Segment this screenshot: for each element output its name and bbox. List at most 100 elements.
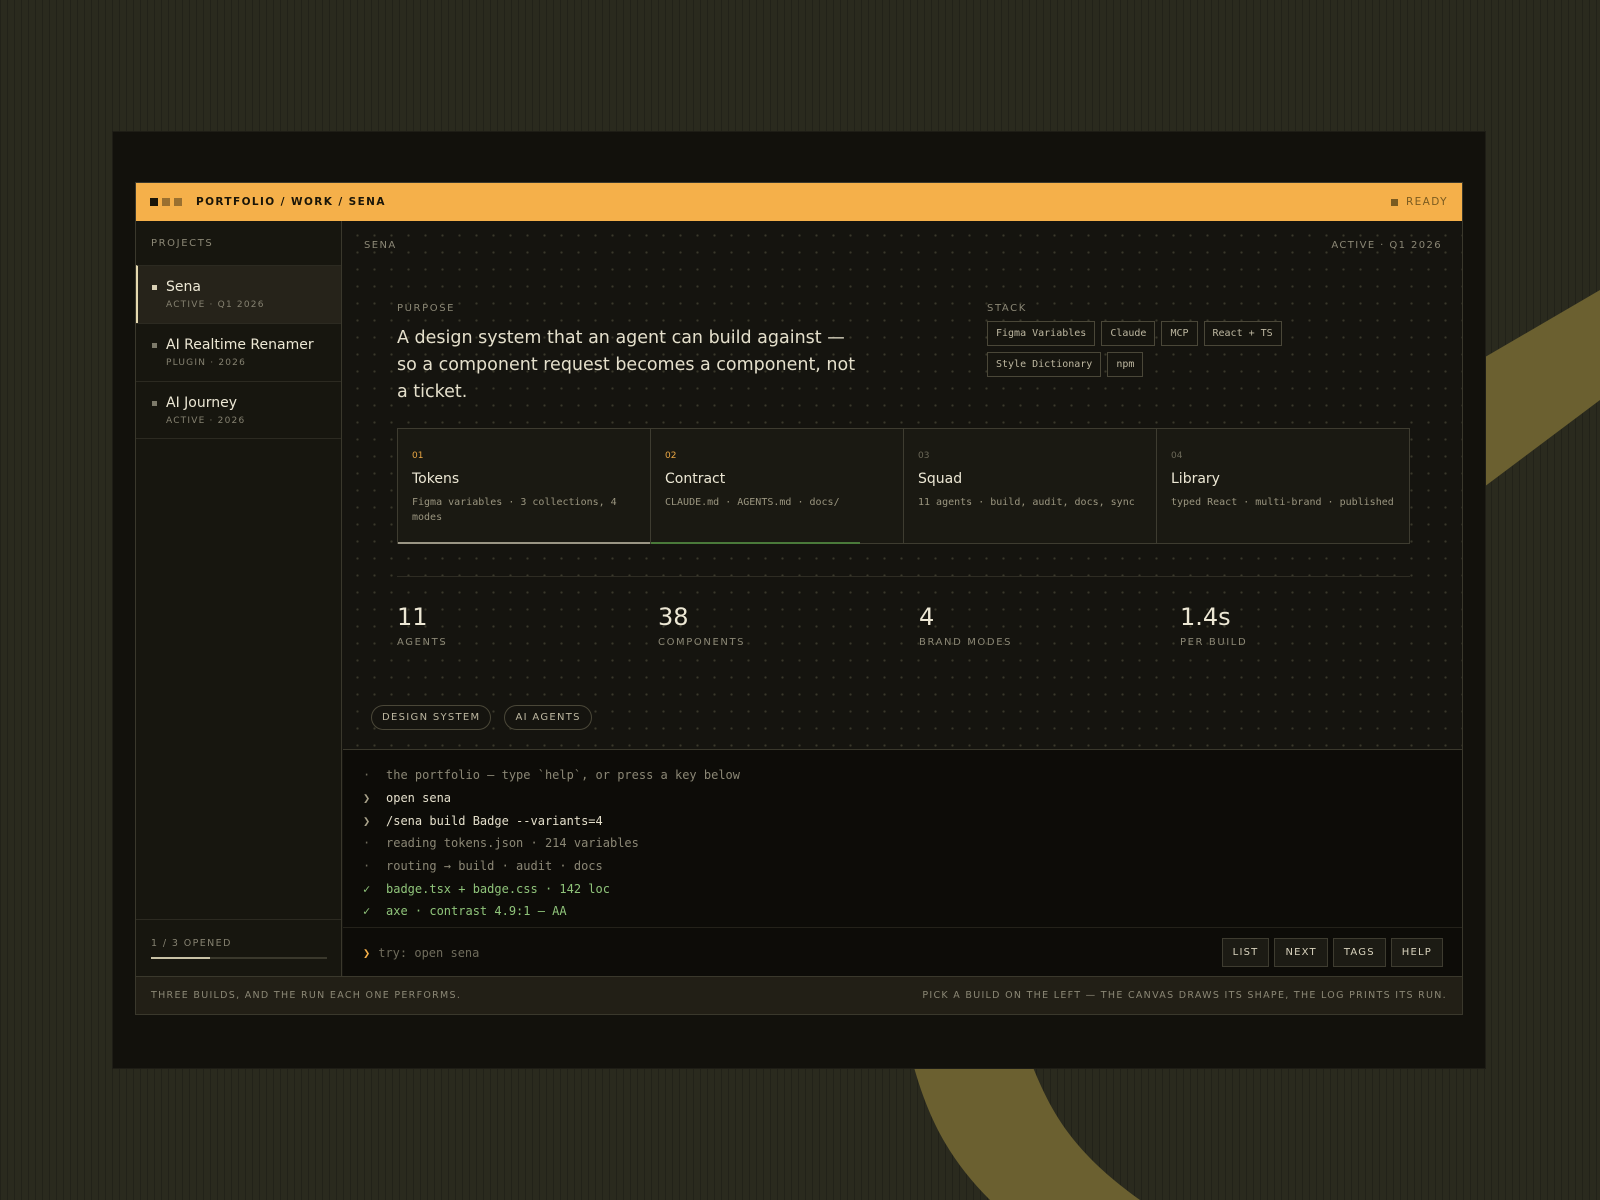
stat-value: 11: [397, 603, 428, 631]
section-divider: [397, 576, 1410, 577]
command-buttons: LIST NEXT TAGS HELP: [1221, 938, 1443, 967]
status-text: READY: [1405, 196, 1448, 208]
tag-design-system[interactable]: DESIGN SYSTEM: [371, 705, 492, 730]
stat-label: AGENTS: [397, 637, 448, 648]
command-line: ❯ LIST NEXT TAGS HELP: [343, 927, 1462, 977]
log-prefix-icon: ·: [363, 836, 371, 851]
bullet-icon: [152, 343, 157, 348]
stat-agents: 11 AGENTS: [397, 603, 658, 648]
log-text: badge.tsx + badge.css · 142 loc: [386, 881, 610, 896]
log-line: · routing → build · audit · docs: [363, 855, 1462, 878]
stack-chip: MCP: [1161, 321, 1198, 346]
stage-squad[interactable]: 03 Squad 11 agents · build, audit, docs,…: [904, 429, 1157, 543]
portfolio-window: PORTFOLIO / WORK / SENA READY PROJECTS S…: [135, 182, 1463, 1015]
command-input[interactable]: [378, 945, 779, 960]
project-meta: ACTIVE · Q1 2026: [166, 300, 265, 310]
stage-title: Tokens: [412, 471, 460, 487]
sidebar-item-ai-journey[interactable]: AI Journey ACTIVE · 2026: [136, 381, 341, 439]
sidebar-heading: PROJECTS: [151, 238, 214, 249]
purpose-label: PURPOSE: [397, 303, 456, 314]
stat-label: PER BUILD: [1180, 637, 1248, 648]
stage-contract[interactable]: 02 Contract CLAUDE.md · AGENTS.md · docs…: [651, 429, 904, 544]
stage-library[interactable]: 04 Library typed React · multi-brand · p…: [1157, 429, 1409, 543]
stage-title: Contract: [665, 471, 726, 487]
decorative-olive-shape-right: [1480, 290, 1600, 490]
console-panel: · the portfolio — type `help`, or press …: [343, 749, 1462, 977]
sidebar-footer: 1 / 3 OPENED: [136, 919, 341, 977]
help-button[interactable]: HELP: [1390, 938, 1443, 967]
log-line: ❯ /sena build Badge --variants=4: [363, 809, 1462, 832]
opened-progress-fill: [151, 957, 210, 959]
stat-value: 1.4s: [1180, 603, 1231, 631]
window-dot-3[interactable]: [174, 198, 182, 206]
opened-progress-bar: [151, 957, 327, 959]
project-name: AI Journey: [166, 395, 238, 411]
sidebar: PROJECTS Sena ACTIVE · Q1 2026 AI Realti…: [136, 221, 342, 977]
stat-label: COMPONENTS: [658, 637, 746, 648]
project-meta: ACTIVE · 2026: [166, 416, 246, 426]
log-text: the portfolio — type `help`, or press a …: [386, 768, 741, 783]
stage-tokens[interactable]: 01 Tokens Figma variables · 3 collection…: [398, 429, 651, 544]
log-text: open sena: [386, 791, 452, 806]
status-indicator: READY: [1390, 196, 1448, 208]
stat-components: 38 COMPONENTS: [658, 603, 919, 648]
canvas-label-project: SENA: [364, 240, 397, 251]
stage-number: 02: [665, 451, 677, 461]
stage-description: typed React · multi-brand · published: [1171, 497, 1394, 508]
stack-chip: Figma Variables: [987, 321, 1096, 346]
stat-brand-modes: 4 BRAND MODES: [919, 603, 1180, 648]
window-controls: [150, 198, 182, 206]
log-prefix-icon: ❯: [363, 813, 371, 828]
log-text: routing → build · audit · docs: [386, 859, 603, 874]
log-text: axe · contrast 4.9:1 — AA: [386, 904, 567, 919]
stack-chip: npm: [1107, 352, 1144, 377]
log-line: ❯ open sena: [363, 787, 1462, 810]
canvas-label-status: ACTIVE · Q1 2026: [1331, 240, 1442, 251]
log-prefix-icon: ·: [363, 768, 371, 783]
console-log: · the portfolio — type `help`, or press …: [343, 750, 1462, 923]
footer-bar: THREE BUILDS, AND THE RUN EACH ONE PERFO…: [136, 976, 1462, 1014]
log-line: · the portfolio — type `help`, or press …: [363, 764, 1462, 787]
check-icon: ✓: [363, 904, 371, 919]
stage-title: Squad: [918, 471, 963, 487]
stage-title: Library: [1171, 471, 1220, 487]
log-line: ✓ badge.tsx + badge.css · 142 loc: [363, 877, 1462, 900]
title-bar: PORTFOLIO / WORK / SENA READY: [136, 183, 1462, 221]
window-dot-2[interactable]: [162, 198, 170, 206]
stage-number: 04: [1171, 451, 1183, 461]
project-meta: PLUGIN · 2026: [166, 358, 247, 368]
log-prefix-icon: ·: [363, 859, 371, 874]
stage-description: CLAUDE.md · AGENTS.md · docs/: [665, 497, 840, 508]
next-button[interactable]: NEXT: [1274, 938, 1328, 967]
window-dot-1[interactable]: [150, 198, 158, 206]
opened-count: 1 / 3 OPENED: [151, 938, 232, 949]
list-button[interactable]: LIST: [1221, 938, 1270, 967]
log-text: reading tokens.json · 214 variables: [386, 836, 639, 851]
build-stages: 01 Tokens Figma variables · 3 collection…: [397, 428, 1410, 544]
tag-ai-agents[interactable]: AI AGENTS: [504, 705, 592, 730]
tag-list: DESIGN SYSTEM AI AGENTS: [371, 705, 592, 730]
stage-progress-bar: [398, 542, 650, 544]
sidebar-item-ai-realtime-renamer[interactable]: AI Realtime Renamer PLUGIN · 2026: [136, 323, 341, 381]
stats-row: 11 AGENTS 38 COMPONENTS 4 BRAND MODES 1.…: [397, 603, 1447, 648]
stack-chips: Figma Variables Claude MCP React + TS St…: [987, 321, 1307, 377]
stage-description: Figma variables · 3 collections, 4 modes: [412, 497, 617, 523]
stat-value: 4: [919, 603, 935, 631]
breadcrumb: PORTFOLIO / WORK / SENA: [196, 196, 386, 208]
stack-section: STACK Figma Variables Claude MCP React +…: [987, 303, 1307, 377]
stage-description: 11 agents · build, audit, docs, sync: [918, 497, 1135, 508]
stat-per-build: 1.4s PER BUILD: [1180, 603, 1441, 648]
stack-label: STACK: [987, 303, 1027, 314]
stage-number: 03: [918, 451, 930, 461]
project-name: Sena: [166, 279, 201, 295]
project-name: AI Realtime Renamer: [166, 337, 314, 353]
stage-progress-bar: [651, 542, 861, 544]
tags-button[interactable]: TAGS: [1332, 938, 1386, 967]
bullet-icon: [152, 401, 157, 406]
sidebar-item-sena[interactable]: Sena ACTIVE · Q1 2026: [136, 265, 341, 323]
stage-number: 01: [412, 451, 424, 461]
footer-hint: PICK A BUILD ON THE LEFT — THE CANVAS DR…: [922, 990, 1447, 1001]
purpose-section: PURPOSE A design system that an agent ca…: [397, 303, 867, 406]
check-icon: ✓: [363, 881, 371, 896]
stack-chip: React + TS: [1203, 321, 1282, 346]
